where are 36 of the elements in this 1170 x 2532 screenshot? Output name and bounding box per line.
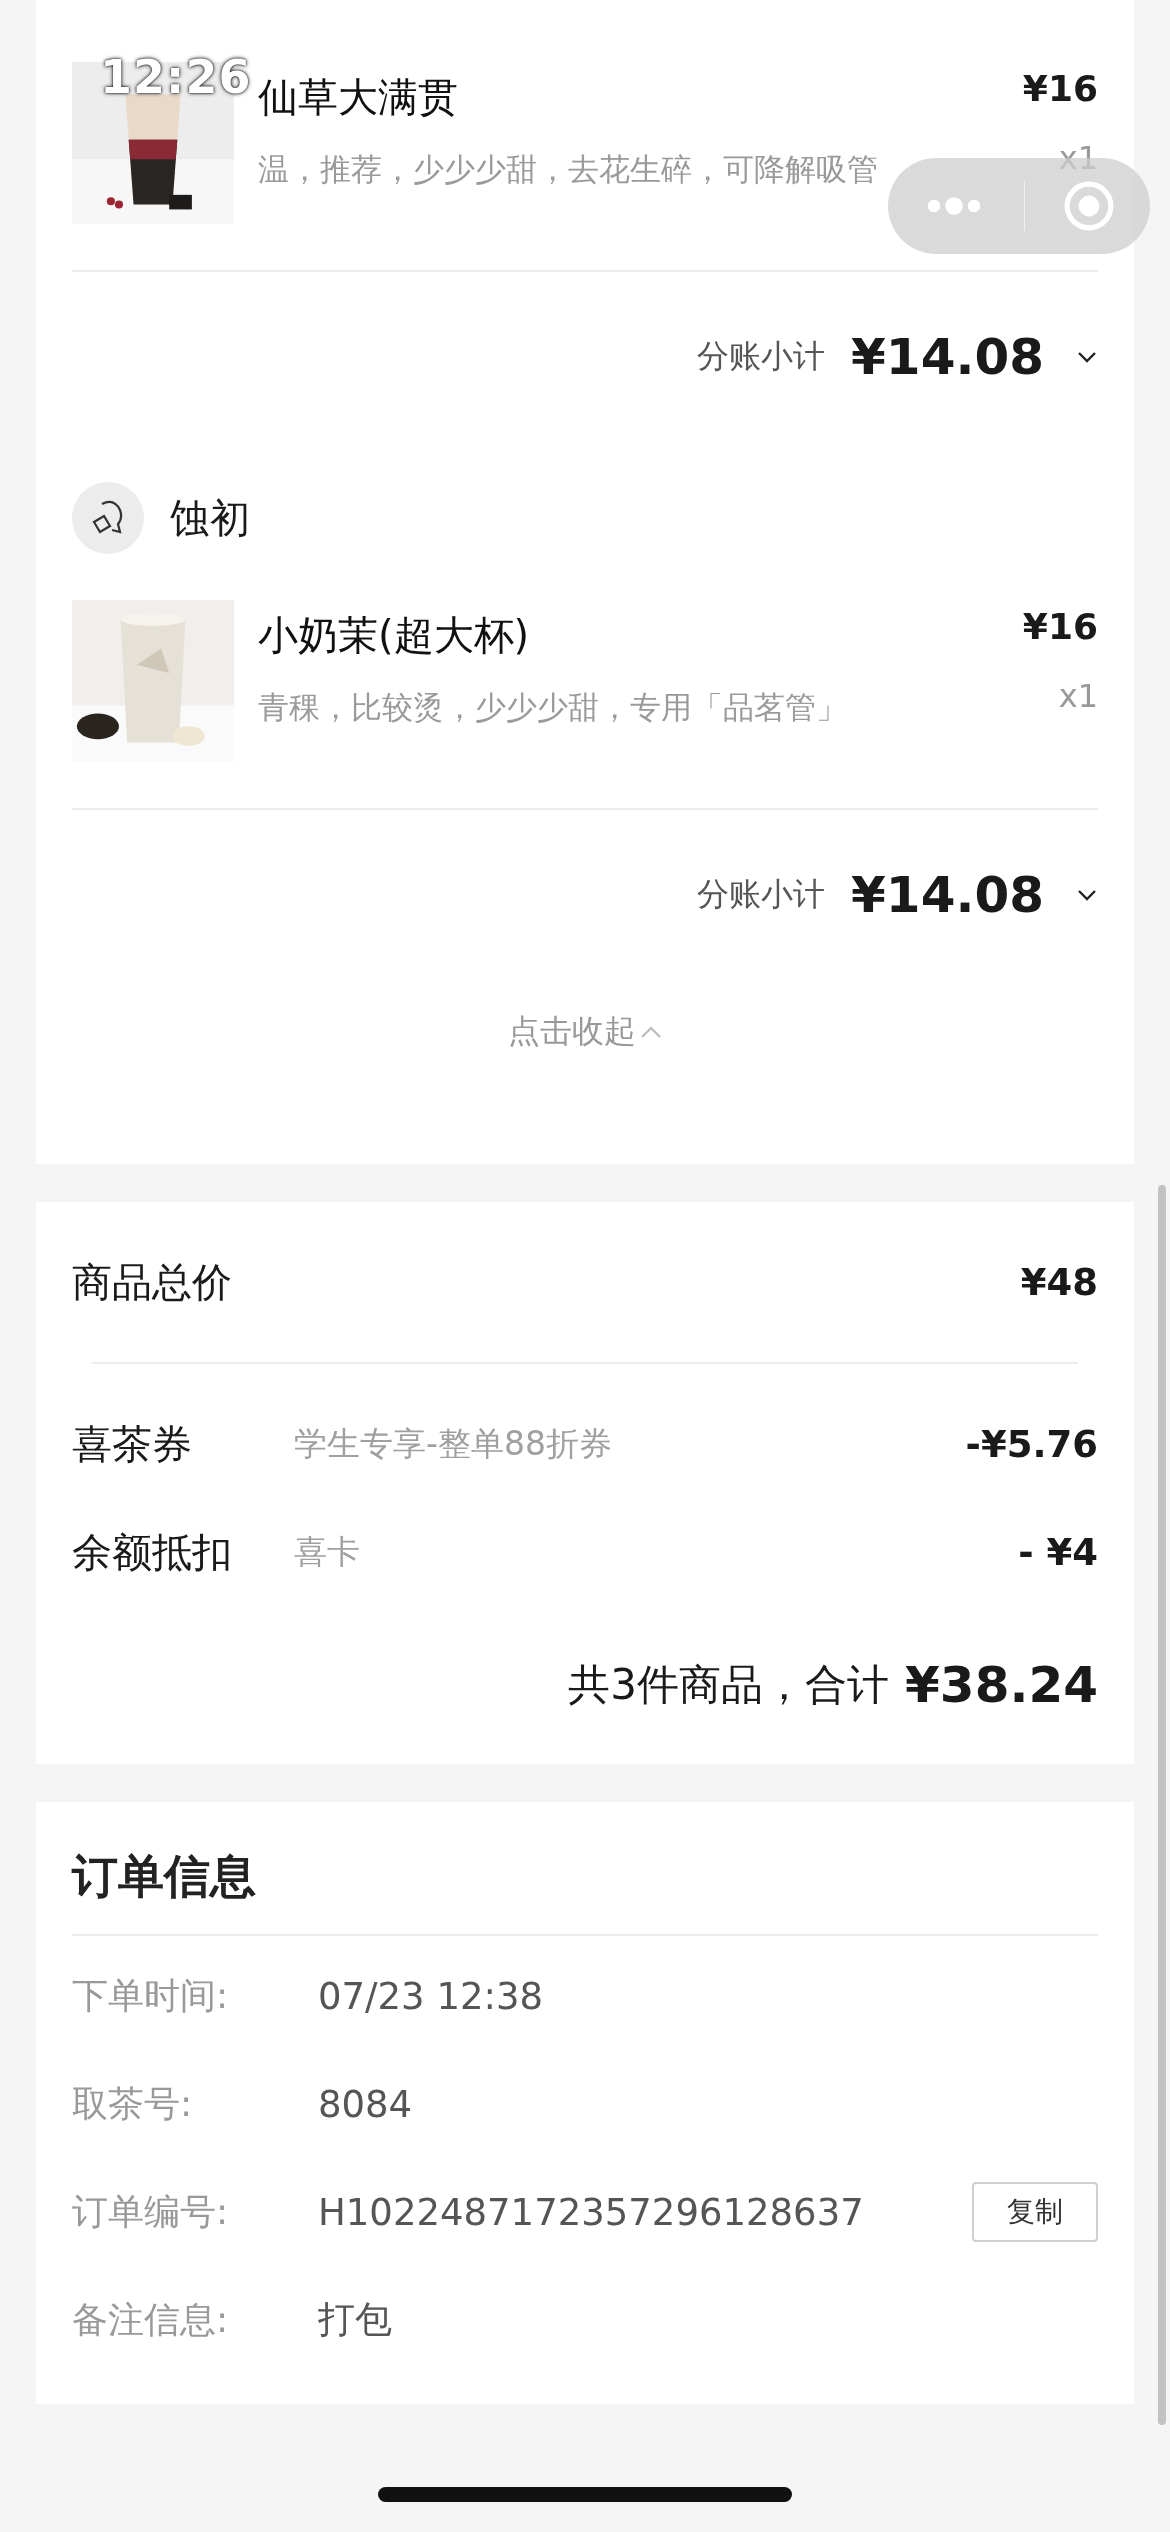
item-name: 仙草大满贯 (258, 73, 459, 122)
info-value: H1022487172357296128637 (318, 2190, 865, 2234)
subtotal-amount: ¥14.08 (851, 866, 1044, 924)
chevron-up-icon (640, 1024, 662, 1040)
item-price: ¥16 (1022, 68, 1098, 109)
info-label: 下单时间: (72, 1973, 230, 2018)
info-label: 订单编号: (72, 2189, 230, 2234)
item-options: 青稞，比较烫，少少少甜，专用「品茗管」 (258, 687, 1023, 729)
total-label: 共3件商品，合计 (568, 1659, 890, 1711)
price-label: 商品总价 (72, 1257, 233, 1307)
copy-button[interactable]: 复制 (972, 2182, 1098, 2242)
discount-detail: 喜卡 (294, 1530, 361, 1573)
subtotal-amount: ¥14.08 (851, 328, 1044, 386)
item-quantity: x1 (1057, 677, 1098, 715)
info-value: 打包 (318, 2297, 393, 2343)
store-avatar-icon (72, 482, 144, 554)
item-options: 温，推荐，少少少甜，去花生碎，可降解吸管 (258, 149, 1023, 191)
discount-label: 喜茶券 (72, 1419, 193, 1469)
discount-amount: - ¥4 (1018, 1530, 1098, 1574)
item-price: ¥16 (1022, 606, 1098, 647)
discount-detail: 学生专享-整单88折券 (294, 1422, 613, 1465)
status-time: 12:26 (100, 50, 252, 104)
info-label: 取茶号: (72, 2081, 194, 2126)
info-value: 07/23 12:38 (318, 1974, 545, 2018)
subtotal-label: 分账小计 (697, 336, 826, 377)
store-name: 蚀初 (170, 493, 250, 543)
price-value: ¥48 (1020, 1260, 1098, 1304)
discount-label: 余额抵扣 (72, 1527, 233, 1577)
subtotal-label: 分账小计 (697, 874, 826, 915)
info-label: 备注信息: (72, 2297, 230, 2342)
item-name: 小奶茉(超大杯) (258, 611, 531, 660)
item-quantity: x1 (1057, 139, 1098, 177)
info-value: 8084 (318, 2082, 414, 2126)
discount-amount: -¥5.76 (965, 1422, 1098, 1466)
total-amount: ¥38.24 (905, 1656, 1098, 1714)
section-title: 订单信息 (72, 1848, 257, 1905)
